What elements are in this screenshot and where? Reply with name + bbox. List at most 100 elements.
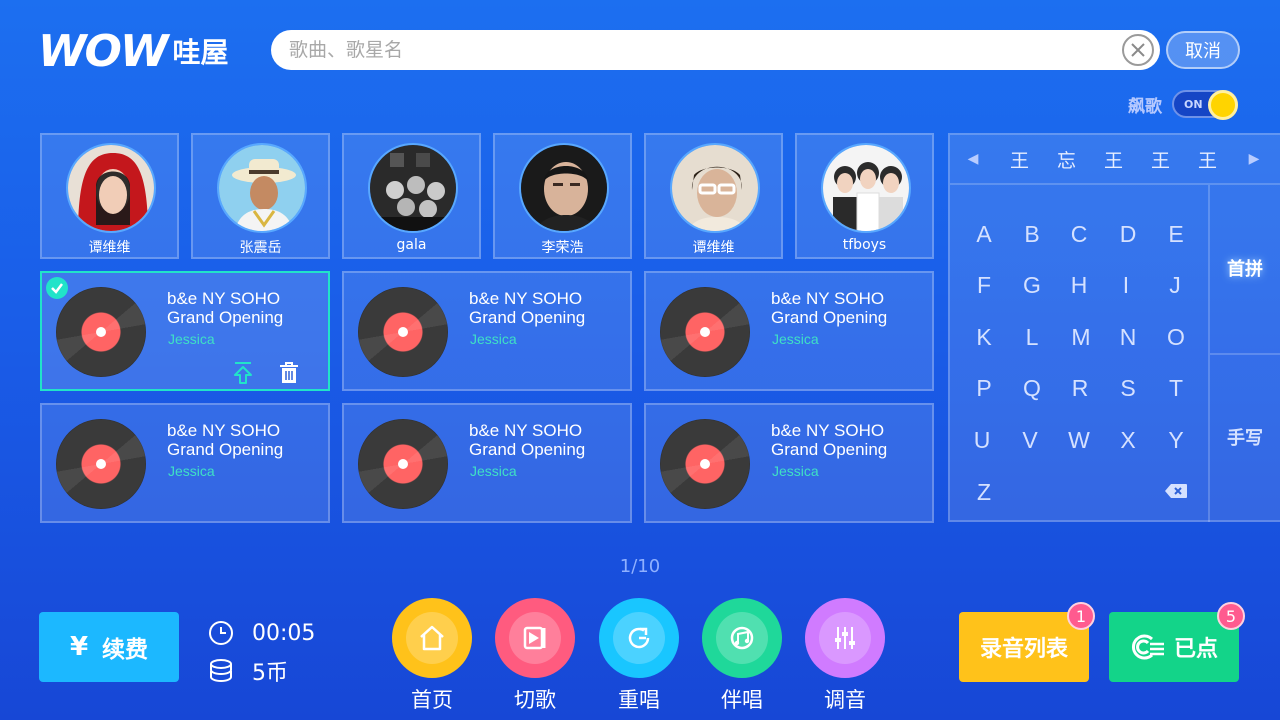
key-t[interactable]: T	[1152, 375, 1200, 402]
next-arrow-icon[interactable]: ▶	[1231, 151, 1277, 167]
replay-button[interactable]	[599, 598, 679, 678]
singer-avatar	[821, 143, 911, 233]
key-v[interactable]: V	[1006, 427, 1054, 454]
singer-card[interactable]: gala	[342, 133, 481, 259]
session-info: 00:05 5币	[206, 615, 315, 691]
key-r[interactable]: R	[1056, 375, 1104, 402]
toggle-knob	[1208, 90, 1238, 120]
key-y[interactable]: Y	[1152, 427, 1200, 454]
song-card[interactable]: b&e NY SOHO Grand Opening Jessica	[40, 403, 330, 523]
singer-card[interactable]: 张震岳	[191, 133, 330, 259]
key-h[interactable]: H	[1055, 272, 1103, 299]
key-f[interactable]: F	[960, 272, 1008, 299]
key-q[interactable]: Q	[1008, 375, 1056, 402]
ordered-badge: 5	[1217, 602, 1245, 630]
backspace-icon[interactable]	[1164, 483, 1188, 503]
skip-label: 切歌	[514, 688, 556, 712]
accompany-label: 伴唱	[721, 688, 763, 712]
key-i[interactable]: I	[1102, 272, 1150, 299]
vinyl-record-icon	[358, 287, 448, 377]
song-card[interactable]: b&e NY SOHO Grand Opening Jessica	[342, 271, 632, 391]
song-card[interactable]: b&e NY SOHO Grand Opening Jessica	[342, 403, 632, 523]
key-n[interactable]: N	[1104, 324, 1152, 351]
singer-card[interactable]: 李荣浩	[493, 133, 632, 259]
ordered-label: 已点	[1173, 637, 1218, 662]
key-u[interactable]: U	[958, 427, 1006, 454]
key-x[interactable]: X	[1104, 427, 1152, 454]
pinyin-keyboard: ◀ 王 忘 王 王 王 ▶ A B C D E F G H I J K L M …	[948, 133, 1280, 522]
replay-control[interactable]: 重唱	[599, 598, 679, 714]
vinyl-record-icon	[56, 419, 146, 509]
singer-name: tfboys	[842, 237, 887, 253]
skip-control[interactable]: 切歌	[495, 598, 575, 714]
home-control[interactable]: 首页	[392, 598, 472, 714]
candidate-char[interactable]: 忘	[1043, 146, 1090, 173]
key-a[interactable]: A	[960, 221, 1008, 248]
cancel-button[interactable]: 取消	[1166, 31, 1240, 69]
song-card-selected[interactable]: b&e NY SOHO Grand Opening Jessica	[40, 271, 330, 391]
coin-balance: 5币	[252, 661, 288, 686]
key-d[interactable]: D	[1104, 221, 1152, 248]
key-g[interactable]: G	[1008, 272, 1056, 299]
singer-card[interactable]: 谭维维	[644, 133, 783, 259]
accompany-icon	[716, 612, 768, 664]
vinyl-record-icon	[358, 419, 448, 509]
tuning-button[interactable]	[805, 598, 885, 678]
ordered-songs-button[interactable]: 已点 5	[1109, 602, 1245, 682]
tuning-control[interactable]: 调音	[805, 598, 885, 714]
biaoge-toggle[interactable]: ON	[1172, 90, 1238, 120]
key-l[interactable]: L	[1008, 324, 1056, 351]
home-button[interactable]	[392, 598, 472, 678]
skip-button[interactable]	[495, 598, 575, 678]
singer-name: 李荣浩	[541, 240, 584, 256]
key-c[interactable]: C	[1055, 221, 1103, 248]
key-j[interactable]: J	[1151, 272, 1199, 299]
record-list-button[interactable]: 录音列表 1	[959, 602, 1095, 682]
delete-icon[interactable]	[278, 361, 300, 389]
song-artist: Jessica	[470, 331, 517, 347]
song-card[interactable]: b&e NY SOHO Grand Opening Jessica	[644, 403, 934, 523]
vinyl-record-icon	[660, 287, 750, 377]
song-title: b&e NY SOHO Grand Opening	[771, 289, 888, 327]
key-k[interactable]: K	[960, 324, 1008, 351]
song-artist: Jessica	[772, 463, 819, 479]
mode-handwriting[interactable]: 手写	[1208, 355, 1280, 522]
accompany-button[interactable]	[702, 598, 782, 678]
key-b[interactable]: B	[1008, 221, 1056, 248]
song-title: b&e NY SOHO Grand Opening	[469, 289, 586, 327]
key-w[interactable]: W	[1055, 427, 1103, 454]
singer-card[interactable]: 谭维维	[40, 133, 179, 259]
mode-pinyin-initials[interactable]: 首拼	[1208, 185, 1280, 355]
candidate-char[interactable]: 王	[1184, 146, 1231, 173]
clear-search-icon[interactable]	[1122, 34, 1154, 66]
key-e[interactable]: E	[1152, 221, 1200, 248]
song-artist: Jessica	[470, 463, 517, 479]
key-p[interactable]: P	[960, 375, 1008, 402]
singer-card[interactable]: tfboys	[795, 133, 934, 259]
accompany-control[interactable]: 伴唱	[702, 598, 782, 714]
tuning-label: 调音	[824, 688, 866, 712]
song-artist: Jessica	[168, 463, 215, 479]
equalizer-icon	[819, 612, 871, 664]
record-list-label: 录音列表	[979, 637, 1068, 662]
prev-arrow-icon[interactable]: ◀	[950, 151, 996, 167]
logo-chinese-name: 哇屋	[172, 36, 229, 69]
key-o[interactable]: O	[1152, 324, 1200, 351]
candidate-char[interactable]: 王	[1090, 146, 1137, 173]
checkmark-icon	[46, 277, 68, 299]
candidate-char[interactable]: 王	[1137, 146, 1184, 173]
song-artist: Jessica	[168, 331, 215, 347]
search-bar[interactable]	[271, 30, 1160, 70]
key-m[interactable]: M	[1057, 324, 1105, 351]
candidate-char[interactable]: 王	[996, 146, 1043, 173]
song-title: b&e NY SOHO Grand Opening	[167, 289, 284, 327]
song-card[interactable]: b&e NY SOHO Grand Opening Jessica	[644, 271, 934, 391]
move-to-top-icon[interactable]	[232, 361, 254, 389]
key-z[interactable]: Z	[960, 479, 1008, 506]
search-input[interactable]	[289, 39, 1109, 61]
yen-icon: ¥	[69, 632, 89, 662]
key-s[interactable]: S	[1104, 375, 1152, 402]
renew-button[interactable]: ¥ 续费	[39, 612, 179, 682]
singer-name: 张震岳	[239, 240, 282, 256]
singer-name: gala	[396, 237, 427, 253]
